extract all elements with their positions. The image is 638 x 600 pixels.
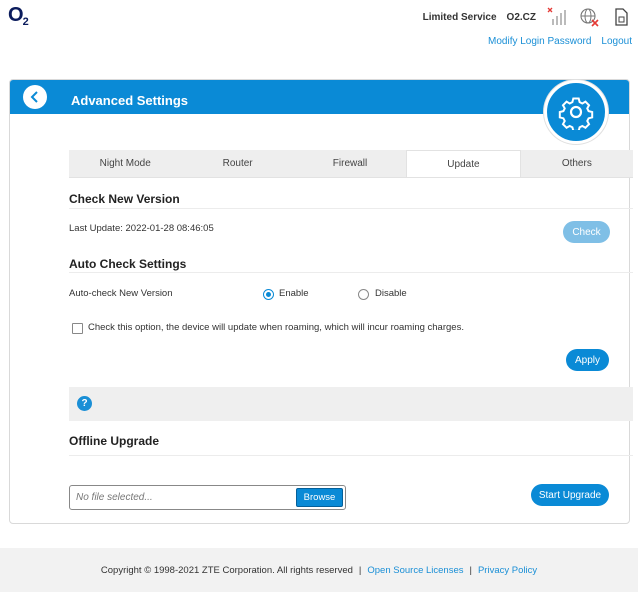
advanced-settings-panel: Advanced Settings Night Mode Router Fire… <box>9 79 633 524</box>
operator-name: O2.CZ <box>506 11 536 23</box>
tab-others[interactable]: Others <box>521 150 633 177</box>
start-upgrade-button[interactable]: Start Upgrade <box>531 484 609 506</box>
disable-label: Disable <box>375 288 407 299</box>
auto-check-settings-title: Auto Check Settings <box>69 257 187 271</box>
internet-disconnected-icon <box>578 6 600 28</box>
logout-link[interactable]: Logout <box>601 36 632 47</box>
help-icon[interactable]: ? <box>77 396 92 411</box>
divider <box>69 208 633 209</box>
top-links: Modify Login Password Logout <box>488 36 632 47</box>
o2-logo: O2 <box>8 4 29 28</box>
chevron-left-icon <box>30 91 38 103</box>
panel-title: Advanced Settings <box>71 93 189 108</box>
sim-card-icon <box>610 6 632 28</box>
open-source-licenses-link[interactable]: Open Source Licenses <box>367 565 463 576</box>
status-bar: Limited Service O2.CZ <box>423 6 632 28</box>
tab-update[interactable]: Update <box>406 150 521 177</box>
tab-firewall[interactable]: Firewall <box>294 150 406 177</box>
enable-radio[interactable] <box>263 289 274 300</box>
back-button[interactable] <box>23 85 47 109</box>
footer-separator: | <box>358 564 362 576</box>
divider <box>69 455 633 456</box>
gear-badge <box>544 80 608 144</box>
divider <box>69 272 633 273</box>
disable-radio[interactable] <box>358 289 369 300</box>
footer: Copyright © 1998-2021 ZTE Corporation. A… <box>0 548 638 592</box>
auto-check-label: Auto-check New Version <box>69 288 173 299</box>
enable-label: Enable <box>279 288 309 299</box>
help-strip: ? <box>69 387 633 421</box>
settings-tabs: Night Mode Router Firewall Update Others <box>69 150 633 178</box>
gear-icon <box>558 97 594 130</box>
file-placeholder: No file selected... <box>76 492 153 503</box>
footer-separator: | <box>469 564 472 576</box>
tab-night-mode[interactable]: Night Mode <box>69 150 181 177</box>
tab-router[interactable]: Router <box>181 150 293 177</box>
copyright-text: Copyright © 1998-2021 ZTE Corporation. A… <box>100 564 353 576</box>
check-new-version-title: Check New Version <box>69 192 180 206</box>
browse-button[interactable]: Browse <box>296 488 343 507</box>
signal-no-service-icon <box>546 6 568 28</box>
apply-button[interactable]: Apply <box>566 349 609 371</box>
file-input[interactable]: No file selected... Browse <box>69 485 346 510</box>
offline-upgrade-title: Offline Upgrade <box>69 434 160 448</box>
roaming-update-checkbox[interactable] <box>72 323 83 334</box>
modify-login-password-link[interactable]: Modify Login Password <box>488 36 591 47</box>
check-button[interactable]: Check <box>563 221 610 243</box>
privacy-policy-link[interactable]: Privacy Policy <box>478 565 537 576</box>
roaming-update-label: Check this option, the device will updat… <box>88 322 464 333</box>
last-update-text: Last Update: 2022-01-28 08:46:05 <box>69 223 214 234</box>
service-status: Limited Service <box>422 11 497 23</box>
